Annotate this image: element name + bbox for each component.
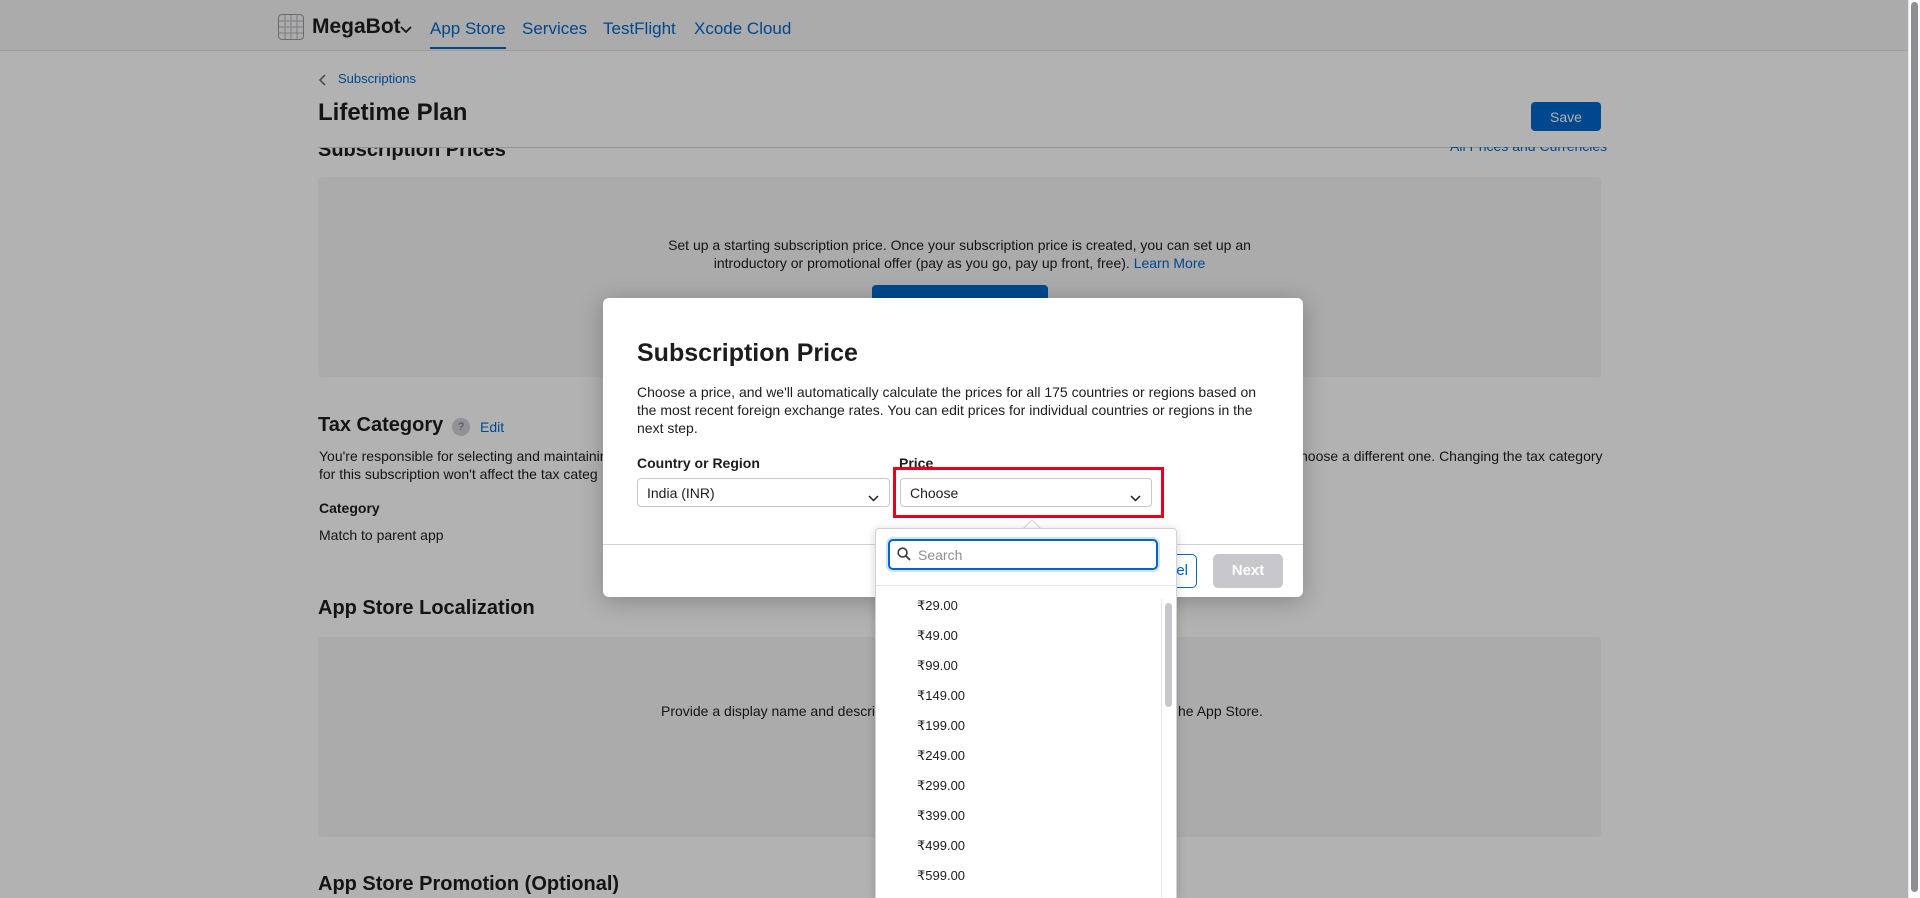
price-option[interactable]: ₹199.00	[876, 711, 1164, 741]
price-option-list: ₹29.00 ₹49.00 ₹99.00 ₹149.00 ₹199.00 ₹24…	[876, 591, 1164, 891]
dropdown-divider	[876, 585, 1176, 586]
price-search-box[interactable]	[888, 539, 1158, 570]
price-option[interactable]: ₹299.00	[876, 771, 1164, 801]
dropdown-scrollbar-thumb[interactable]	[1165, 603, 1172, 707]
dialog-title: Subscription Price	[637, 339, 858, 367]
dialog-description: Choose a price, and we'll automatically …	[637, 384, 1257, 436]
country-select[interactable]: India (INR)	[637, 478, 890, 507]
search-icon	[897, 547, 911, 566]
page-scrollbar-thumb[interactable]	[1911, 2, 1918, 892]
next-button[interactable]: Next	[1213, 554, 1283, 588]
price-select-highlight	[893, 467, 1164, 518]
chevron-down-icon	[868, 489, 879, 505]
price-option[interactable]: ₹249.00	[876, 741, 1164, 771]
price-dropdown: ₹29.00 ₹49.00 ₹99.00 ₹149.00 ₹199.00 ₹24…	[875, 528, 1177, 898]
country-select-value: India (INR)	[647, 485, 715, 501]
search-input[interactable]	[918, 545, 1148, 565]
price-option[interactable]: ₹29.00	[876, 591, 1164, 621]
price-option[interactable]: ₹99.00	[876, 651, 1164, 681]
price-option[interactable]: ₹499.00	[876, 831, 1164, 861]
price-option[interactable]: ₹149.00	[876, 681, 1164, 711]
price-option[interactable]: ₹599.00	[876, 861, 1164, 891]
price-option[interactable]: ₹49.00	[876, 621, 1164, 651]
price-option[interactable]: ₹399.00	[876, 801, 1164, 831]
country-label: Country or Region	[637, 455, 760, 471]
